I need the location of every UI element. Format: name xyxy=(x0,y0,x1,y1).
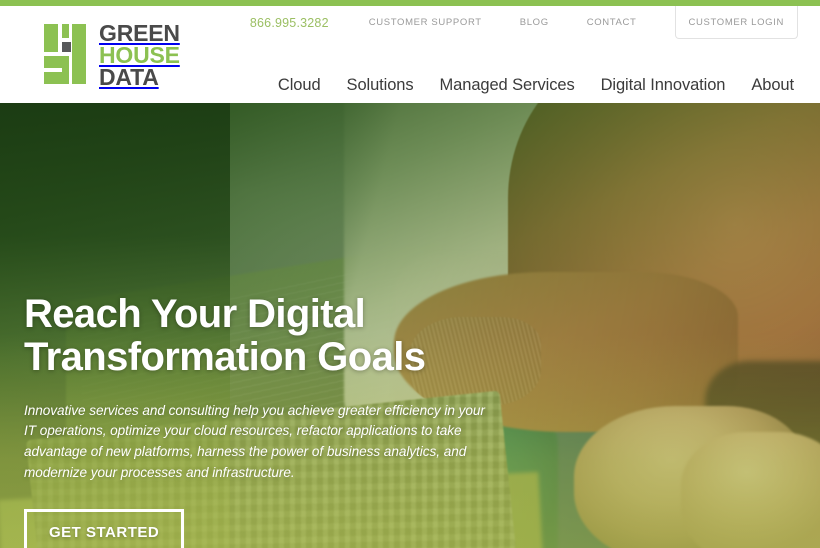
main-nav: Cloud Solutions Managed Services Digital… xyxy=(278,76,794,95)
logo-wordmark: GREEN HOUSE DATA xyxy=(99,20,180,91)
logo-word-data: DATA xyxy=(99,64,159,91)
utility-nav: 866.995.3282 CUSTOMER SUPPORT BLOG CONTA… xyxy=(250,6,820,39)
nav-item-solutions[interactable]: Solutions xyxy=(347,76,414,95)
utility-link-contact[interactable]: CONTACT xyxy=(587,17,637,28)
logo-word-house: HOUSE xyxy=(99,42,180,69)
hero-title: Reach Your Digital Transformation Goals xyxy=(24,293,524,379)
hero-paragraph: Innovative services and consulting help … xyxy=(24,402,485,480)
nav-item-digital-innovation[interactable]: Digital Innovation xyxy=(601,76,726,95)
greenhousedata-logo-mark-icon xyxy=(44,24,86,85)
logo-word-green: GREEN xyxy=(99,20,180,46)
get-started-button[interactable]: GET STARTED xyxy=(24,509,185,548)
hero-banner: Reach Your Digital Transformation Goals … xyxy=(0,103,820,548)
top-accent-bar xyxy=(0,0,820,6)
hero-title-line-2: Transformation Goals xyxy=(24,334,426,379)
hero-content: Reach Your Digital Transformation Goals … xyxy=(24,293,524,548)
customer-login-button[interactable]: CUSTOMER LOGIN xyxy=(674,6,798,39)
site-header: 866.995.3282 CUSTOMER SUPPORT BLOG CONTA… xyxy=(0,6,820,103)
nav-item-cloud[interactable]: Cloud xyxy=(278,76,321,95)
nav-item-managed-services[interactable]: Managed Services xyxy=(440,76,575,95)
utility-link-blog[interactable]: BLOG xyxy=(520,17,549,28)
hero-title-line-1: Reach Your Digital xyxy=(24,292,366,336)
phone-number-link[interactable]: 866.995.3282 xyxy=(250,16,329,30)
nav-item-about[interactable]: About xyxy=(751,76,794,95)
utility-link-customer-support[interactable]: CUSTOMER SUPPORT xyxy=(369,17,482,28)
site-logo[interactable]: GREEN HOUSE DATA xyxy=(44,20,180,91)
